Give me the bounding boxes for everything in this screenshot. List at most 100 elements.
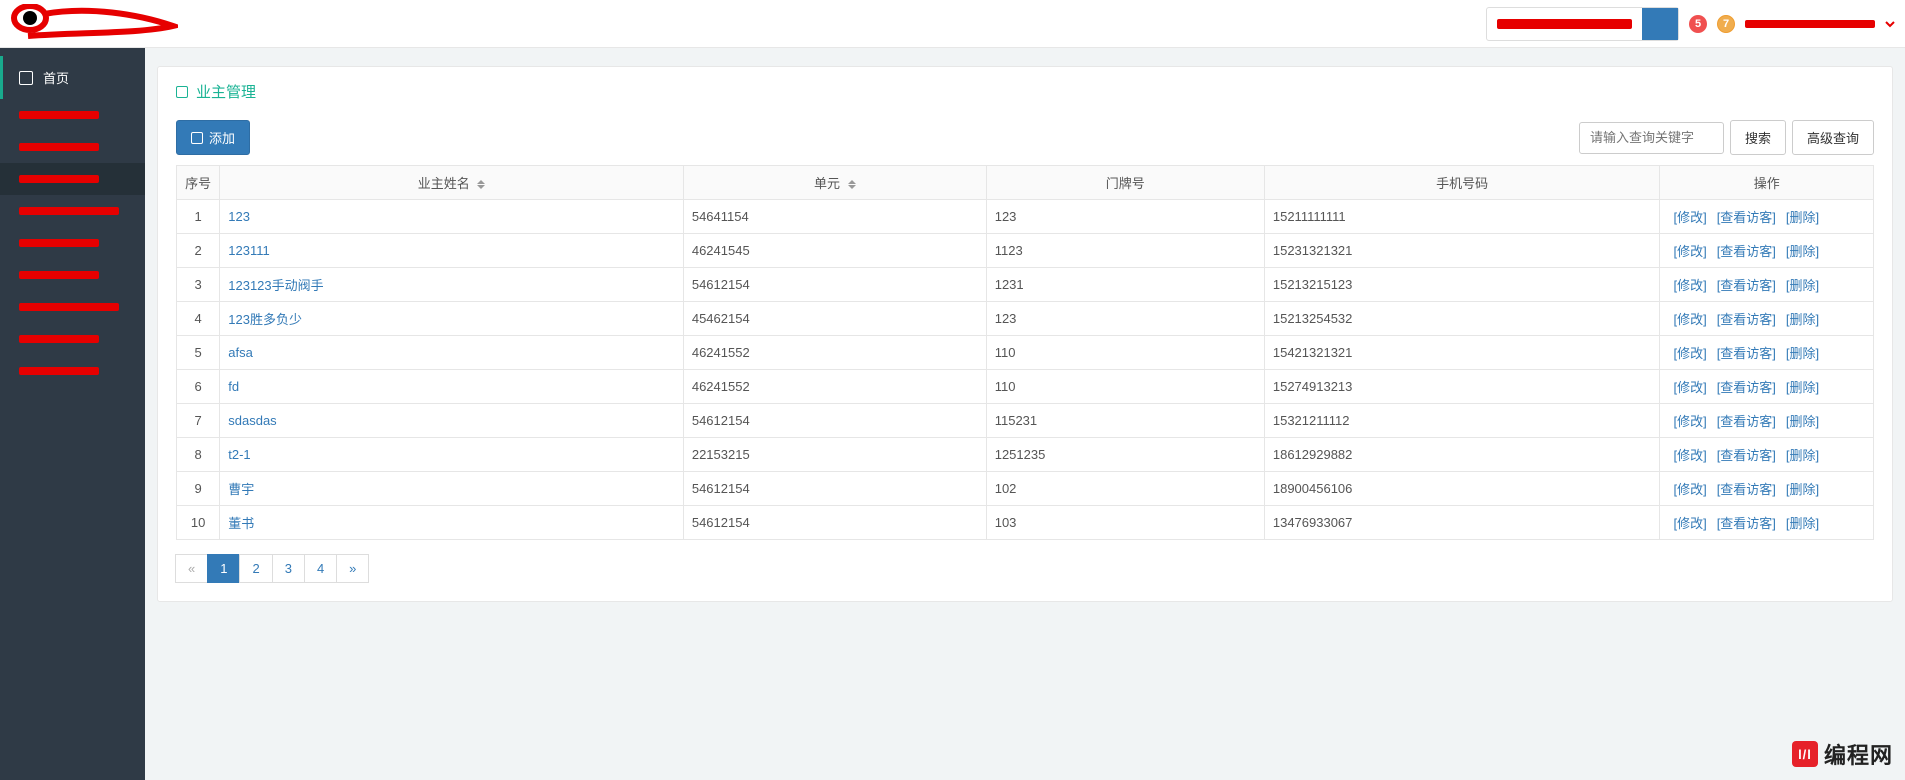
- cell-door: 102: [986, 472, 1264, 506]
- edit-link[interactable]: [修改]: [1673, 414, 1706, 429]
- delete-link[interactable]: [删除]: [1786, 312, 1819, 327]
- edit-link[interactable]: [修改]: [1673, 244, 1706, 259]
- delete-link[interactable]: [删除]: [1786, 210, 1819, 225]
- owner-link[interactable]: 曹宇: [228, 482, 254, 497]
- view-visitor-link[interactable]: [查看访客]: [1717, 414, 1776, 429]
- th-seq[interactable]: 序号: [177, 166, 220, 200]
- add-button[interactable]: 添加: [176, 120, 250, 155]
- panel-title-icon: [176, 86, 188, 98]
- edit-link[interactable]: [修改]: [1673, 448, 1706, 463]
- view-visitor-link[interactable]: [查看访客]: [1717, 482, 1776, 497]
- sidebar-item-home[interactable]: 首页: [0, 56, 145, 99]
- delete-link[interactable]: [删除]: [1786, 278, 1819, 293]
- user-menu-redacted[interactable]: [1745, 20, 1875, 28]
- owner-link[interactable]: fd: [228, 379, 239, 394]
- edit-link[interactable]: [修改]: [1673, 380, 1706, 395]
- page-4-link[interactable]: 4: [304, 554, 337, 583]
- th-phone[interactable]: 手机号码: [1264, 166, 1660, 200]
- cell-door: 1231: [986, 268, 1264, 302]
- cell-unit: 45462154: [683, 302, 986, 336]
- view-visitor-link[interactable]: [查看访客]: [1717, 346, 1776, 361]
- delete-link[interactable]: [删除]: [1786, 244, 1819, 259]
- topsearch-group: [1486, 7, 1679, 41]
- owner-link[interactable]: 123123手动阀手: [228, 278, 323, 293]
- cell-name: 123胜多负少: [220, 302, 684, 336]
- sidebar-item-redacted-2[interactable]: [0, 131, 145, 163]
- view-visitor-link[interactable]: [查看访客]: [1717, 278, 1776, 293]
- cell-seq: 2: [177, 234, 220, 268]
- cell-ops: [修改] [查看访客] [删除]: [1660, 438, 1874, 472]
- view-visitor-link[interactable]: [查看访客]: [1717, 244, 1776, 259]
- cell-ops: [修改] [查看访客] [删除]: [1660, 234, 1874, 268]
- sidebar-item-redacted-4[interactable]: [0, 195, 145, 227]
- label-redacted: [19, 367, 99, 375]
- owner-link[interactable]: afsa: [228, 345, 253, 360]
- edit-link[interactable]: [修改]: [1673, 482, 1706, 497]
- search-button[interactable]: 搜索: [1730, 120, 1786, 155]
- owner-link[interactable]: sdasdas: [228, 413, 276, 428]
- caret-down-icon[interactable]: [1885, 19, 1895, 29]
- sidebar-item-redacted-3-active[interactable]: [0, 163, 145, 195]
- edit-link[interactable]: [修改]: [1673, 278, 1706, 293]
- th-door[interactable]: 门牌号: [986, 166, 1264, 200]
- topsearch-label-redacted: [1497, 19, 1632, 29]
- delete-link[interactable]: [删除]: [1786, 346, 1819, 361]
- cell-unit: 54641154: [683, 200, 986, 234]
- delete-link[interactable]: [删除]: [1786, 516, 1819, 531]
- cell-door: 1123: [986, 234, 1264, 268]
- sidebar-item-redacted-8[interactable]: [0, 323, 145, 355]
- view-visitor-link[interactable]: [查看访客]: [1717, 448, 1776, 463]
- page-1-link[interactable]: 1: [207, 554, 240, 583]
- owner-link[interactable]: 董书: [228, 516, 254, 531]
- cell-seq: 8: [177, 438, 220, 472]
- page-2: 2: [240, 554, 272, 583]
- toolbar-right: 搜索 高级查询: [1579, 120, 1874, 155]
- cell-name: fd: [220, 370, 684, 404]
- topsearch-button[interactable]: [1642, 8, 1678, 40]
- view-visitor-link[interactable]: [查看访客]: [1717, 380, 1776, 395]
- page-2-link[interactable]: 2: [239, 554, 272, 583]
- page-prev-link[interactable]: «: [175, 554, 208, 583]
- page-next-link[interactable]: »: [336, 554, 369, 583]
- view-visitor-link[interactable]: [查看访客]: [1717, 210, 1776, 225]
- th-name[interactable]: 业主姓名: [220, 166, 684, 200]
- sidebar-item-redacted-9[interactable]: [0, 355, 145, 387]
- delete-link[interactable]: [删除]: [1786, 448, 1819, 463]
- delete-link[interactable]: [删除]: [1786, 482, 1819, 497]
- owner-link[interactable]: 123胜多负少: [228, 312, 302, 327]
- edit-link[interactable]: [修改]: [1673, 210, 1706, 225]
- search-input[interactable]: [1579, 122, 1724, 154]
- panel: 业主管理 添加 搜索 高级查询: [157, 66, 1893, 602]
- page-3-link[interactable]: 3: [272, 554, 305, 583]
- notifications-badge[interactable]: 5: [1689, 15, 1707, 33]
- delete-link[interactable]: [删除]: [1786, 414, 1819, 429]
- edit-link[interactable]: [修改]: [1673, 516, 1706, 531]
- view-visitor-link[interactable]: [查看访客]: [1717, 516, 1776, 531]
- th-ops: 操作: [1660, 166, 1874, 200]
- owner-link[interactable]: 123: [228, 209, 250, 224]
- cell-door: 110: [986, 336, 1264, 370]
- label-redacted: [19, 143, 99, 151]
- page-4: 4: [305, 554, 337, 583]
- cell-ops: [修改] [查看访客] [删除]: [1660, 268, 1874, 302]
- th-unit-label: 单元: [814, 176, 840, 191]
- sidebar-item-redacted-5[interactable]: [0, 227, 145, 259]
- watermark-icon: l/l: [1792, 741, 1818, 767]
- delete-link[interactable]: [删除]: [1786, 380, 1819, 395]
- advanced-search-button[interactable]: 高级查询: [1792, 120, 1874, 155]
- cell-door: 115231: [986, 404, 1264, 438]
- edit-link[interactable]: [修改]: [1673, 312, 1706, 327]
- owner-link[interactable]: 123111: [228, 243, 269, 258]
- sidebar-item-redacted-6[interactable]: [0, 259, 145, 291]
- messages-badge[interactable]: 7: [1717, 15, 1735, 33]
- owner-link[interactable]: t2-1: [228, 447, 250, 462]
- cell-unit: 46241545: [683, 234, 986, 268]
- cell-ops: [修改] [查看访客] [删除]: [1660, 506, 1874, 540]
- cell-seq: 4: [177, 302, 220, 336]
- edit-link[interactable]: [修改]: [1673, 346, 1706, 361]
- label-redacted: [19, 175, 99, 183]
- sidebar-item-redacted-7[interactable]: [0, 291, 145, 323]
- th-unit[interactable]: 单元: [683, 166, 986, 200]
- sidebar-item-redacted-1[interactable]: [0, 99, 145, 131]
- view-visitor-link[interactable]: [查看访客]: [1717, 312, 1776, 327]
